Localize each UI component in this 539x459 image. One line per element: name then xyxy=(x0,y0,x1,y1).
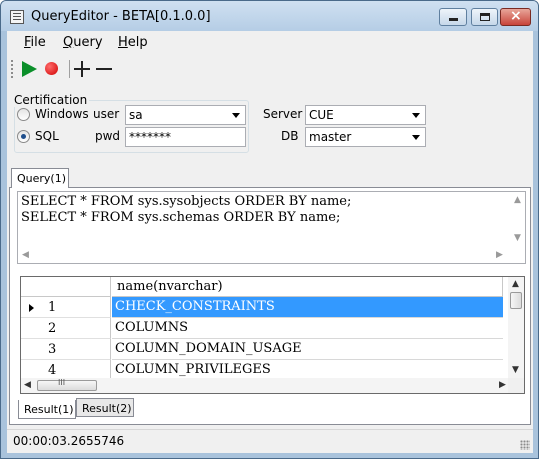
close-icon: × xyxy=(510,8,522,24)
chevron-down-icon xyxy=(412,135,420,140)
scroll-right-icon[interactable]: ▶ xyxy=(496,251,503,260)
window-title: QueryEditor - BETA[0.1.0.0] xyxy=(31,9,211,24)
maximize-icon xyxy=(480,13,490,21)
client-area: File Query Help Certification Windows SQ… xyxy=(7,31,533,453)
main-window: QueryEditor - BETA[0.1.0.0] × File Query… xyxy=(0,0,539,459)
resize-grip-icon[interactable] xyxy=(520,440,530,450)
toolbar-separator xyxy=(69,60,70,78)
scroll-thumb[interactable]: III xyxy=(37,378,97,391)
maximize-button[interactable] xyxy=(471,8,498,26)
close-button[interactable]: × xyxy=(500,8,531,26)
add-query-button[interactable] xyxy=(71,58,93,80)
status-bar: 00:00:03.2655746 xyxy=(7,429,533,453)
tab-result-2[interactable]: Result(2) xyxy=(76,398,134,417)
table-cell[interactable]: COLUMN_DOMAIN_USAGE xyxy=(112,339,503,360)
app-icon xyxy=(10,10,24,24)
table-cell[interactable]: COLUMNS xyxy=(112,318,503,339)
table-row[interactable]: 1 CHECK_CONSTRAINTS xyxy=(21,297,503,318)
editor-vertical-scrollbar[interactable]: ▲ ▼ xyxy=(510,192,525,250)
elapsed-time: 00:00:03.2655746 xyxy=(13,434,125,448)
certification-label: Certification xyxy=(12,93,90,107)
db-combo[interactable]: master xyxy=(305,127,426,147)
grid-header: name(nvarchar) xyxy=(21,277,511,297)
chevron-down-icon xyxy=(232,113,240,118)
row-header-corner[interactable] xyxy=(21,277,111,297)
menu-help[interactable]: Help xyxy=(118,35,148,50)
table-row[interactable]: 2 COLUMNS xyxy=(21,318,503,339)
menu-query[interactable]: Query xyxy=(63,35,103,50)
record-icon xyxy=(45,62,58,75)
server-value: CUE xyxy=(309,108,334,122)
windows-radio-label[interactable]: Windows xyxy=(35,107,89,121)
minimize-icon xyxy=(449,18,458,21)
query-tab-panel: SELECT * FROM sys.sysobjects ORDER BY na… xyxy=(9,187,531,425)
tab-query-1[interactable]: Query(1) xyxy=(11,168,69,188)
play-icon xyxy=(22,61,37,77)
grid-horizontal-scrollbar[interactable]: ◀ III ▶ xyxy=(21,378,510,393)
scroll-down-icon[interactable]: ▼ xyxy=(512,366,519,375)
chevron-down-icon xyxy=(412,113,420,118)
server-label: Server xyxy=(263,107,303,121)
db-value: master xyxy=(309,130,352,144)
tab-result-1[interactable]: Result(1) xyxy=(18,400,76,419)
editor-horizontal-scrollbar[interactable]: ◀ ▶ xyxy=(18,249,511,263)
scroll-down-icon[interactable]: ▼ xyxy=(514,234,521,243)
db-label: DB xyxy=(281,129,299,143)
toolbar xyxy=(7,56,533,82)
minimize-button[interactable] xyxy=(439,8,467,26)
windows-radio[interactable] xyxy=(17,108,30,121)
user-value: sa xyxy=(129,108,143,122)
password-value: ******* xyxy=(129,130,171,144)
execute-button[interactable] xyxy=(18,58,40,80)
sql-radio[interactable] xyxy=(17,130,30,143)
row-header[interactable]: 3 xyxy=(21,339,111,360)
menu-file[interactable]: File xyxy=(24,35,46,50)
table-cell[interactable]: CHECK_CONSTRAINTS xyxy=(112,297,503,318)
current-row-icon xyxy=(29,304,34,312)
user-combo[interactable]: sa xyxy=(125,105,246,125)
sql-line: SELECT * FROM sys.sysobjects ORDER BY na… xyxy=(21,194,352,209)
toolbar-grip[interactable] xyxy=(11,60,13,78)
row-header[interactable]: 1 xyxy=(21,297,111,318)
scroll-up-icon[interactable]: ▲ xyxy=(514,196,521,205)
column-header-name[interactable]: name(nvarchar) xyxy=(112,277,503,297)
password-field[interactable]: ******* xyxy=(125,127,246,147)
server-combo[interactable]: CUE xyxy=(305,105,426,125)
menu-bar: File Query Help xyxy=(7,31,533,53)
scroll-thumb[interactable] xyxy=(510,292,522,309)
scroll-right-icon[interactable]: ▶ xyxy=(499,381,506,390)
sql-line: SELECT * FROM sys.schemas ORDER BY name; xyxy=(21,210,341,225)
scrollbar-corner xyxy=(508,378,524,393)
plus-icon xyxy=(74,61,90,77)
scroll-left-icon[interactable]: ◀ xyxy=(22,251,29,260)
stop-button[interactable] xyxy=(41,58,63,80)
row-header[interactable]: 2 xyxy=(21,318,111,339)
minus-icon xyxy=(96,68,112,70)
title-bar[interactable]: QueryEditor - BETA[0.1.0.0] × xyxy=(1,1,538,31)
scroll-up-icon[interactable]: ▲ xyxy=(512,280,519,289)
pwd-label: pwd xyxy=(95,129,121,143)
table-row[interactable]: 3 COLUMN_DOMAIN_USAGE xyxy=(21,339,503,360)
query-editor[interactable]: SELECT * FROM sys.sysobjects ORDER BY na… xyxy=(17,191,526,264)
sql-radio-label[interactable]: SQL xyxy=(35,129,59,143)
result-grid[interactable]: name(nvarchar) 1 CHECK_CONSTRAINTS 2 COL… xyxy=(20,276,525,394)
scroll-left-icon[interactable]: ◀ xyxy=(24,381,31,390)
grid-vertical-scrollbar[interactable]: ▲ ▼ xyxy=(508,277,524,379)
remove-query-button[interactable] xyxy=(93,58,115,80)
user-label: user xyxy=(93,107,120,121)
